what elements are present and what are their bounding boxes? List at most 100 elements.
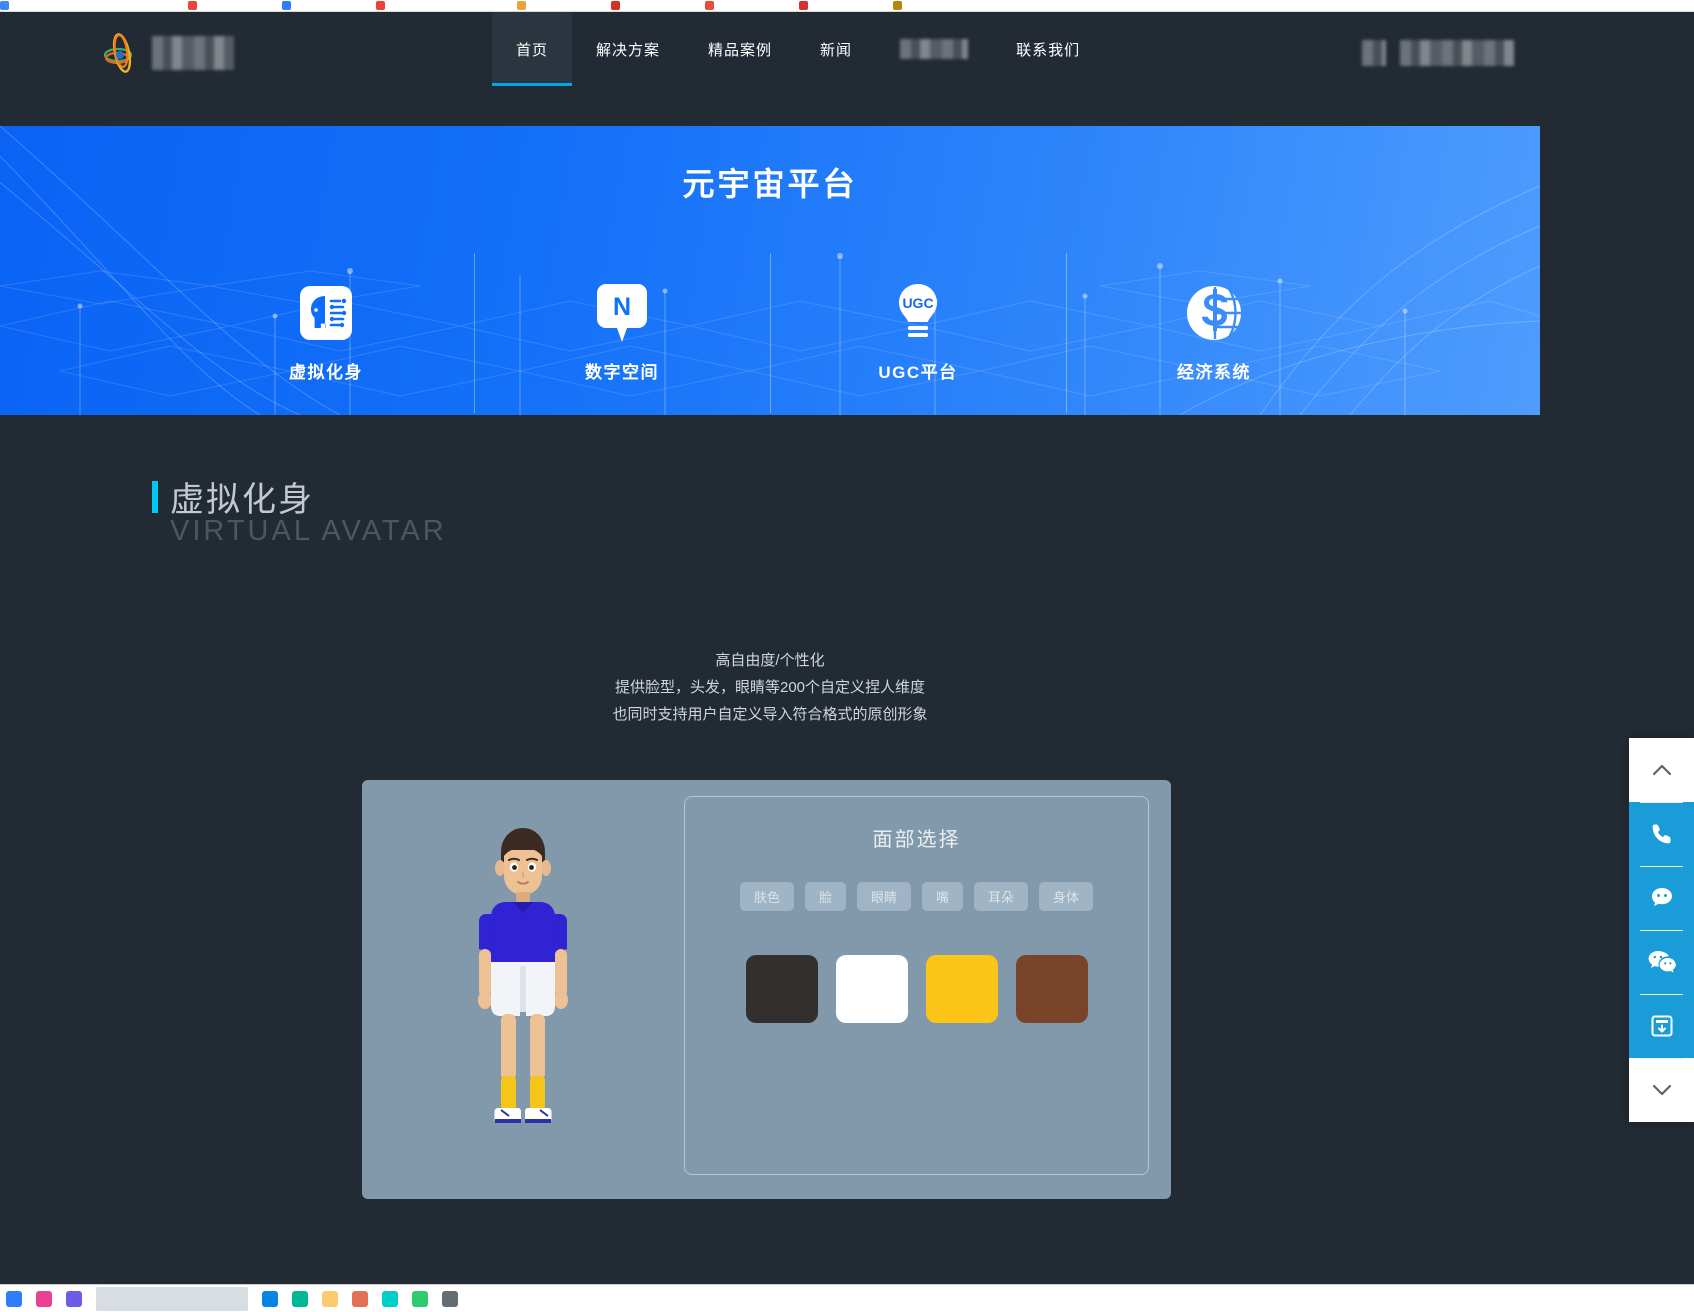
bookmark-item[interactable] bbox=[470, 1, 479, 10]
scroll-down-button[interactable] bbox=[1629, 1058, 1694, 1122]
swatch-white[interactable] bbox=[835, 955, 908, 1023]
avatar-editor-card: 面部选择 肤色 脸 眼睛 嘴 耳朵 身体 bbox=[362, 780, 1171, 1199]
nav-item-cases[interactable]: 精品案例 bbox=[684, 12, 796, 86]
svg-text:UGC: UGC bbox=[902, 295, 933, 311]
skin-tone-swatches[interactable] bbox=[745, 955, 1088, 1023]
feature-ugc-platform[interactable]: UGC UGC平台 bbox=[770, 253, 1066, 413]
feature-economy-system[interactable]: 经济系统 bbox=[1066, 253, 1362, 413]
nav-item-solutions[interactable]: 解决方案 bbox=[572, 12, 684, 86]
swatch-dark[interactable] bbox=[745, 955, 818, 1023]
taskbar-icon[interactable] bbox=[292, 1290, 308, 1307]
browser-bookmark-bar[interactable] bbox=[0, 0, 1694, 12]
qrcode-icon bbox=[1651, 1015, 1672, 1037]
wechat-icon bbox=[1648, 951, 1676, 973]
banner-feature-list: 虚拟化身 N 数字空间 UGC UGC平台 经济系统 bbox=[178, 253, 1362, 413]
qrcode-button[interactable] bbox=[1629, 994, 1694, 1058]
avatar-figure bbox=[478, 828, 568, 1123]
bookmark-item[interactable] bbox=[611, 1, 620, 10]
taskbar-icon[interactable] bbox=[262, 1290, 278, 1307]
navigation-pin-icon: N bbox=[593, 282, 651, 344]
chevron-down-icon bbox=[1652, 1084, 1671, 1096]
bookmark-item[interactable] bbox=[799, 1, 808, 10]
bookmark-item[interactable] bbox=[705, 1, 714, 10]
bookmark-item[interactable] bbox=[376, 1, 385, 10]
header-right-chunk-a bbox=[1362, 40, 1386, 66]
hero-banner: 元宇宙平台 虚拟化身 N 数字空间 UGC UGC平台 经济系统 bbox=[0, 126, 1540, 415]
face-selection-panel: 面部选择 肤色 脸 眼睛 嘴 耳朵 身体 bbox=[684, 796, 1149, 1175]
bookmark-item[interactable] bbox=[282, 1, 291, 10]
banner-title: 元宇宙平台 bbox=[682, 166, 858, 202]
main-navigation[interactable]: 首页 解决方案 精品案例 新闻 联系我们 bbox=[492, 12, 1104, 86]
taskbar-window-button[interactable] bbox=[96, 1286, 248, 1311]
description-line-2: 提供脸型，头发，眼睛等200个自定义捏人维度 bbox=[614, 679, 926, 696]
logo-mark-icon bbox=[103, 33, 133, 73]
bookmark-item[interactable] bbox=[235, 1, 244, 10]
taskbar-icon[interactable] bbox=[352, 1290, 368, 1307]
panel-title: 面部选择 bbox=[872, 829, 961, 851]
bookmark-item[interactable] bbox=[423, 1, 432, 10]
nav-label: 精品案例 bbox=[708, 41, 773, 59]
bookmark-item[interactable] bbox=[141, 1, 150, 10]
nav-item-news[interactable]: 新闻 bbox=[796, 12, 876, 86]
nav-label: 联系我们 bbox=[1016, 41, 1081, 59]
tab-ears[interactable]: 耳朵 bbox=[974, 882, 1029, 911]
nav-item-home[interactable]: 首页 bbox=[492, 12, 573, 86]
tab-face[interactable]: 脸 bbox=[804, 882, 846, 911]
bookmark-item[interactable] bbox=[846, 1, 855, 10]
bookmark-item[interactable] bbox=[517, 1, 526, 10]
taskbar-icon[interactable] bbox=[412, 1290, 428, 1307]
bookmark-item[interactable] bbox=[47, 1, 56, 10]
nav-label-redacted bbox=[900, 39, 969, 59]
message-button[interactable] bbox=[1629, 866, 1694, 930]
tab-skin-tone[interactable]: 肤色 bbox=[739, 882, 794, 911]
svg-text:N: N bbox=[613, 293, 631, 321]
feature-label: 虚拟化身 bbox=[289, 363, 363, 382]
taskbar-icon[interactable] bbox=[322, 1290, 338, 1307]
nav-item-contact[interactable]: 联系我们 bbox=[992, 12, 1104, 86]
description-line-3: 也同时支持用户自定义导入符合格式的原创形象 bbox=[612, 706, 928, 723]
avatar-preview[interactable] bbox=[362, 780, 684, 1199]
bookmark-item[interactable] bbox=[893, 1, 902, 10]
taskbar-icon[interactable] bbox=[382, 1290, 398, 1307]
taskbar-icon[interactable] bbox=[6, 1290, 22, 1307]
swatch-yellow[interactable] bbox=[925, 955, 998, 1023]
taskbar-icon[interactable] bbox=[442, 1290, 458, 1307]
swatch-brown[interactable] bbox=[1015, 955, 1088, 1023]
nav-label: 解决方案 bbox=[596, 41, 661, 59]
wechat-button[interactable] bbox=[1629, 930, 1694, 994]
bookmark-item[interactable] bbox=[658, 1, 667, 10]
os-taskbar[interactable] bbox=[0, 1284, 1694, 1312]
description-line-1: 高自由度/个性化 bbox=[715, 652, 825, 669]
phone-icon bbox=[1652, 824, 1670, 844]
phone-button[interactable] bbox=[1629, 802, 1694, 866]
brain-head-icon bbox=[297, 282, 355, 344]
section-heading: 虚拟化身 VIRTUAL AVATAR bbox=[152, 472, 447, 548]
feature-label: 经济系统 bbox=[1177, 363, 1251, 382]
feature-digital-space[interactable]: N 数字空间 bbox=[474, 253, 770, 413]
bookmark-item[interactable] bbox=[94, 1, 103, 10]
bookmark-item[interactable] bbox=[329, 1, 338, 10]
feature-virtual-avatar[interactable]: 虚拟化身 bbox=[178, 282, 474, 383]
site-header: 首页 解决方案 精品案例 新闻 联系我们 bbox=[0, 12, 1694, 126]
section-accent-bar bbox=[152, 480, 158, 513]
tab-eyes[interactable]: 眼睛 bbox=[856, 882, 911, 911]
bookmark-item[interactable] bbox=[0, 1, 9, 10]
nav-item-redacted[interactable] bbox=[876, 12, 992, 86]
taskbar-icon[interactable] bbox=[66, 1290, 82, 1307]
header-right-redacted[interactable] bbox=[1362, 40, 1514, 66]
scroll-up-button[interactable] bbox=[1629, 738, 1694, 802]
feature-label: UGC平台 bbox=[878, 363, 958, 382]
tab-body[interactable]: 身体 bbox=[1039, 882, 1094, 911]
tab-mouth[interactable]: 嘴 bbox=[922, 882, 964, 911]
bookmark-item[interactable] bbox=[752, 1, 761, 10]
face-part-tabs[interactable]: 肤色 脸 眼睛 嘴 耳朵 身体 bbox=[739, 882, 1094, 911]
bookmark-item[interactable] bbox=[564, 1, 573, 10]
taskbar-icon[interactable] bbox=[36, 1290, 52, 1307]
nav-label: 首页 bbox=[516, 41, 549, 59]
section-title-cn: 虚拟化身 bbox=[170, 481, 314, 519]
bookmark-item[interactable] bbox=[188, 1, 197, 10]
chevron-up-icon bbox=[1652, 764, 1671, 776]
feature-label: 数字空间 bbox=[585, 363, 659, 382]
floating-side-toolbar[interactable] bbox=[1629, 738, 1694, 1122]
site-logo[interactable] bbox=[100, 29, 234, 77]
